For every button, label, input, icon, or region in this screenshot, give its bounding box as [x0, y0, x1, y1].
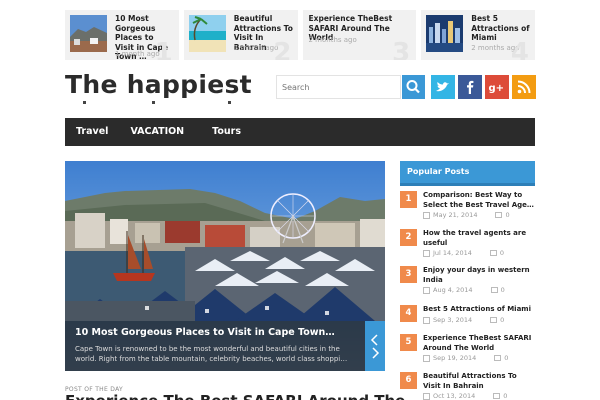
featured-card-1[interactable]: 10 Most Gorgeous Places to Visit in Cape…	[65, 10, 179, 60]
calendar-icon	[423, 211, 430, 219]
post-meta: Aug 4, 2014 0	[423, 286, 505, 294]
featured-number: 4	[510, 38, 529, 60]
popular-posts-heading: Popular Posts	[400, 161, 535, 183]
featured-date: 2 months ago	[308, 36, 357, 44]
comment-count[interactable]: 0	[501, 286, 505, 294]
post-rank-badge: 5	[400, 334, 417, 351]
comment-icon	[494, 355, 502, 361]
slider-nav	[365, 321, 385, 371]
featured-card-2[interactable]: Beautiful Attractions To Visit In Bahrai…	[183, 10, 298, 60]
calendar-icon	[423, 286, 430, 294]
rss-icon	[517, 80, 531, 94]
calendar-icon	[423, 316, 430, 324]
featured-number: 2	[273, 38, 292, 60]
featured-thumb-miami[interactable]	[426, 15, 464, 52]
post-date: Jul 14, 2014	[433, 249, 472, 257]
nav-item-vacation[interactable]: VACATION	[120, 118, 194, 146]
popular-post-3[interactable]: 3 Enjoy your days in western India Aug 4…	[400, 266, 535, 300]
next-slide-button[interactable]	[372, 347, 380, 359]
popular-posts-heading-bar	[400, 183, 535, 186]
site-logo[interactable]: The happiest	[65, 70, 252, 99]
comment-icon	[489, 250, 497, 256]
comment-icon	[490, 317, 498, 323]
post-meta: Jul 14, 2014 0	[423, 249, 504, 257]
comment-count[interactable]: 0	[504, 354, 508, 362]
comment-count[interactable]: 0	[500, 316, 504, 324]
featured-thumb-beach[interactable]	[188, 15, 226, 52]
popular-post-1[interactable]: 1 Comparison: Best Way to Select the Bes…	[400, 191, 535, 225]
featured-date: 1 month ago	[233, 44, 279, 52]
search-icon	[406, 80, 420, 94]
featured-number: 1	[154, 38, 173, 60]
post-of-day-title[interactable]: Experience The Best SAFARI Around The	[65, 392, 405, 400]
post-date: Sep 19, 2014	[433, 354, 477, 362]
main-nav: Travel VACATION Tours	[65, 118, 535, 146]
post-rank-badge: 2	[400, 229, 417, 246]
post-rank-badge: 3	[400, 266, 417, 283]
nav-item-travel[interactable]: Travel	[65, 118, 118, 146]
twitter-button[interactable]	[431, 75, 455, 99]
popular-post-title[interactable]: Best 5 Attractions of Miami	[423, 305, 535, 315]
comment-icon	[493, 393, 501, 399]
popular-post-5[interactable]: 5 Experience TheBest SAFARI Around The W…	[400, 334, 535, 368]
comment-icon	[490, 287, 498, 293]
rss-button[interactable]	[512, 75, 536, 99]
calendar-icon	[423, 354, 430, 362]
popular-post-title[interactable]: How the travel agents are useful	[423, 229, 535, 248]
hero-excerpt: Cape Town is renowned to be the most won…	[75, 345, 348, 363]
comment-icon	[495, 212, 503, 218]
google-plus-button[interactable]: g+	[485, 75, 509, 99]
nav-item-tours[interactable]: Tours	[202, 118, 251, 146]
hero-slider[interactable]: 10 Most Gorgeous Places to Visit in Cape…	[65, 161, 385, 371]
post-rank-badge: 6	[400, 372, 417, 389]
popular-post-title[interactable]: Comparison: Best Way to Select the Best …	[423, 191, 535, 210]
popular-post-2[interactable]: 2 How the travel agents are useful Jul 1…	[400, 229, 535, 263]
popular-post-title[interactable]: Enjoy your days in western India	[423, 266, 535, 285]
post-meta: Oct 13, 2014 0	[423, 392, 507, 400]
post-rank-badge: 4	[400, 305, 417, 322]
comment-count[interactable]: 0	[505, 211, 509, 219]
svg-text:g+: g+	[489, 83, 505, 94]
featured-number: 3	[392, 38, 411, 60]
comment-count[interactable]: 0	[500, 249, 504, 257]
calendar-icon	[423, 249, 430, 257]
featured-card-3[interactable]: Experience TheBest SAFARI Around The Wor…	[302, 10, 417, 60]
featured-date: 1 month ago	[115, 50, 160, 58]
search-input[interactable]	[276, 75, 401, 99]
facebook-icon	[467, 80, 474, 94]
post-meta: Sep 3, 2014 0	[423, 316, 504, 324]
calendar-icon	[423, 392, 430, 400]
twitter-icon	[436, 82, 449, 92]
post-rank-badge: 1	[400, 191, 417, 208]
chevron-left-icon	[370, 334, 378, 346]
post-meta: May 21, 2014 0	[423, 211, 510, 219]
post-meta: Sep 19, 2014 0	[423, 354, 508, 362]
google-plus-icon: g+	[489, 83, 505, 94]
featured-strip: 10 Most Gorgeous Places to Visit in Cape…	[65, 10, 535, 60]
post-date: Sep 3, 2014	[433, 316, 473, 324]
logo-underline	[66, 101, 231, 104]
featured-card-4[interactable]: Best 5 Attractions of Miami 2 months ago…	[421, 10, 535, 60]
post-date: May 21, 2014	[433, 211, 478, 219]
chevron-right-icon	[372, 347, 380, 359]
search-button[interactable]	[402, 75, 425, 99]
featured-thumb-cape-town[interactable]	[70, 15, 107, 52]
post-date: Aug 4, 2014	[433, 286, 473, 294]
hero-caption: 10 Most Gorgeous Places to Visit in Cape…	[65, 321, 365, 371]
slider-arrows	[370, 334, 380, 359]
comment-count[interactable]: 0	[503, 392, 507, 400]
popular-post-6[interactable]: 6 Beautiful Attractions To Visit In Bahr…	[400, 372, 535, 400]
popular-post-title[interactable]: Beautiful Attractions To Visit In Bahrai…	[423, 372, 535, 391]
prev-slide-button[interactable]	[370, 334, 378, 346]
post-date: Oct 13, 2014	[433, 392, 476, 400]
popular-post-title[interactable]: Experience TheBest SAFARI Around The Wor…	[423, 334, 535, 353]
facebook-button[interactable]	[458, 75, 482, 99]
hero-title[interactable]: 10 Most Gorgeous Places to Visit in Cape…	[75, 327, 335, 338]
